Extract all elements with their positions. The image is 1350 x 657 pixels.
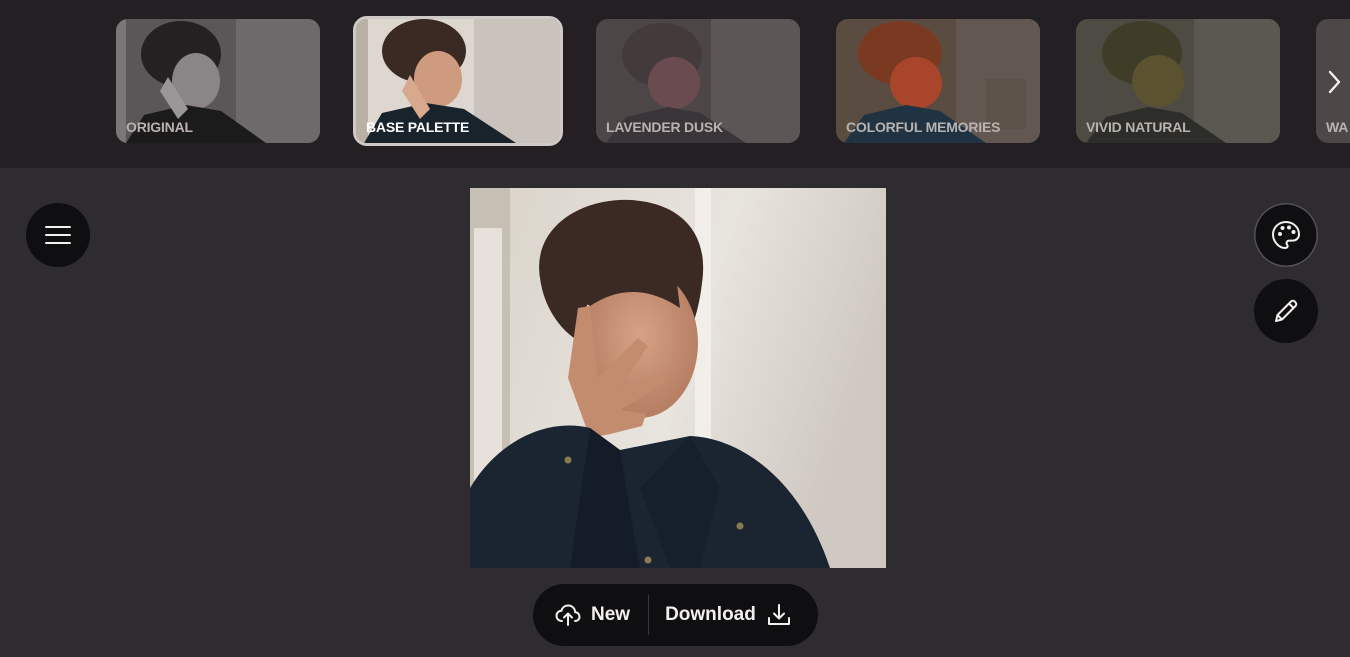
- filter-label: LAVENDER DUSK: [606, 119, 723, 135]
- cloud-upload-icon: [555, 604, 581, 626]
- filter-thumb-base-palette[interactable]: BASE PALETTE: [353, 16, 563, 146]
- chevron-right-icon: [1328, 70, 1341, 94]
- menu-button[interactable]: [26, 203, 90, 267]
- filter-strip: ORIGINAL BASE PALETTE LAVENDER DUSK COLO…: [0, 0, 1350, 168]
- action-bar: New Download: [533, 584, 818, 646]
- new-button[interactable]: New: [533, 584, 648, 646]
- filter-thumb-colorful-memories[interactable]: COLORFUL MEMORIES: [836, 19, 1040, 143]
- filter-label: VIVID NATURAL: [1086, 119, 1191, 135]
- download-button[interactable]: Download: [649, 584, 792, 646]
- download-label: Download: [665, 604, 756, 625]
- edit-button[interactable]: [1254, 279, 1318, 343]
- filter-thumb-vivid-natural[interactable]: VIVID NATURAL: [1076, 19, 1280, 143]
- download-icon: [767, 604, 790, 625]
- filter-label: WA: [1326, 119, 1349, 135]
- main-photo: [470, 188, 886, 568]
- filter-thumb-lavender-dusk[interactable]: LAVENDER DUSK: [596, 19, 800, 143]
- filter-thumb-original[interactable]: ORIGINAL: [116, 19, 320, 143]
- filter-label: BASE PALETTE: [366, 119, 470, 135]
- filter-label: COLORFUL MEMORIES: [846, 119, 1001, 135]
- new-label: New: [591, 604, 631, 625]
- menu-icon: [45, 226, 71, 244]
- pencil-icon: [1275, 299, 1298, 322]
- palette-icon: [1272, 221, 1300, 249]
- filter-label: ORIGINAL: [126, 119, 193, 135]
- palette-button[interactable]: [1254, 203, 1318, 267]
- portrait-image: [470, 188, 886, 568]
- next-filters-button[interactable]: [1318, 62, 1350, 102]
